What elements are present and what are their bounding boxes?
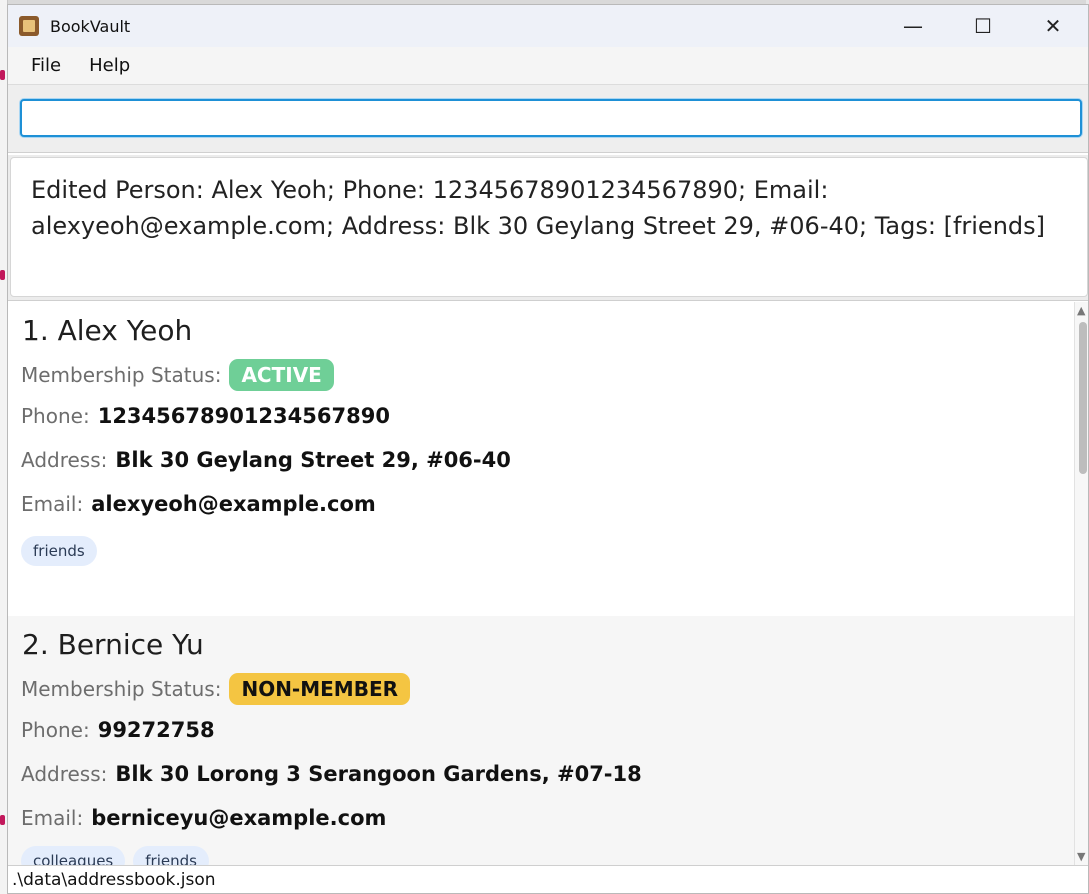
minimize-button[interactable]: — xyxy=(878,5,948,47)
membership-row: Membership Status: ACTIVE xyxy=(21,359,334,391)
desktop-fragment xyxy=(0,815,5,825)
maximize-button[interactable]: ☐ xyxy=(948,5,1018,47)
phone-value: 12345678901234567890 xyxy=(97,404,390,428)
save-location: .\data\addressbook.json xyxy=(12,870,216,890)
desktop-fragment xyxy=(0,70,5,80)
tag: friends xyxy=(21,536,97,566)
email-label: Email: xyxy=(21,806,84,830)
email-value: alexyeoh@example.com xyxy=(91,492,376,516)
close-button[interactable]: ✕ xyxy=(1018,5,1088,47)
list-scrollbar[interactable]: ▲ ▼ xyxy=(1074,302,1088,865)
tag: friends xyxy=(133,846,209,865)
result-display-container: Edited Person: Alex Yeoh; Phone: 1234567… xyxy=(8,155,1088,301)
status-badge: ACTIVE xyxy=(229,359,334,391)
person-name: 1. Alex Yeoh xyxy=(22,314,193,347)
tag-list: colleagues friends xyxy=(21,846,217,865)
person-list[interactable]: 1. Alex Yeoh Membership Status: ACTIVE P… xyxy=(8,302,1074,865)
address-value: Blk 30 Geylang Street 29, #06-40 xyxy=(115,448,511,472)
address-row: Address: Blk 30 Lorong 3 Serangoon Garde… xyxy=(21,762,642,786)
person-name: 2. Bernice Yu xyxy=(22,628,204,661)
close-icon: ✕ xyxy=(1044,14,1062,38)
phone-row: Phone: 12345678901234567890 xyxy=(21,404,390,428)
bookvault-app-icon xyxy=(19,16,39,36)
email-row: Email: alexyeoh@example.com xyxy=(21,492,376,516)
address-value: Blk 30 Lorong 3 Serangoon Gardens, #07-1… xyxy=(115,762,642,786)
address-label: Address: xyxy=(21,448,108,472)
app-window: BookVault — ☐ ✕ File Help Edited Person:… xyxy=(7,4,1089,894)
window-title: BookVault xyxy=(50,16,131,36)
email-row: Email: berniceyu@example.com xyxy=(21,806,386,830)
scrollbar-thumb[interactable] xyxy=(1079,322,1087,474)
phone-label: Phone: xyxy=(21,718,90,742)
menu-bar: File Help xyxy=(8,47,1088,85)
tag-list: friends xyxy=(21,536,105,566)
address-row: Address: Blk 30 Geylang Street 29, #06-4… xyxy=(21,448,511,472)
title-bar[interactable]: BookVault — ☐ ✕ xyxy=(8,5,1088,47)
phone-value: 99272758 xyxy=(97,718,215,742)
person-card[interactable]: 2. Bernice Yu Membership Status: NON-MEM… xyxy=(8,616,1074,865)
minimize-icon: — xyxy=(903,14,923,38)
window-controls: — ☐ ✕ xyxy=(878,5,1088,47)
tag: colleagues xyxy=(21,846,126,865)
scroll-up-icon[interactable]: ▲ xyxy=(1077,304,1085,317)
address-label: Address: xyxy=(21,762,108,786)
membership-label: Membership Status: xyxy=(21,363,222,387)
scroll-down-icon[interactable]: ▼ xyxy=(1077,850,1085,863)
status-bar: .\data\addressbook.json xyxy=(8,865,1088,893)
membership-label: Membership Status: xyxy=(21,677,222,701)
email-value: berniceyu@example.com xyxy=(91,806,387,830)
person-card[interactable]: 1. Alex Yeoh Membership Status: ACTIVE P… xyxy=(8,302,1074,616)
phone-label: Phone: xyxy=(21,404,90,428)
menu-file[interactable]: File xyxy=(31,55,61,76)
status-badge: NON-MEMBER xyxy=(229,673,411,705)
desktop-fragment xyxy=(0,270,5,280)
command-box-container xyxy=(8,85,1088,153)
menu-help[interactable]: Help xyxy=(89,55,130,76)
membership-row: Membership Status: NON-MEMBER xyxy=(21,673,411,705)
email-label: Email: xyxy=(21,492,84,516)
command-input[interactable] xyxy=(20,99,1082,137)
phone-row: Phone: 99272758 xyxy=(21,718,215,742)
maximize-icon: ☐ xyxy=(974,14,992,38)
result-message: Edited Person: Alex Yeoh; Phone: 1234567… xyxy=(10,157,1088,297)
